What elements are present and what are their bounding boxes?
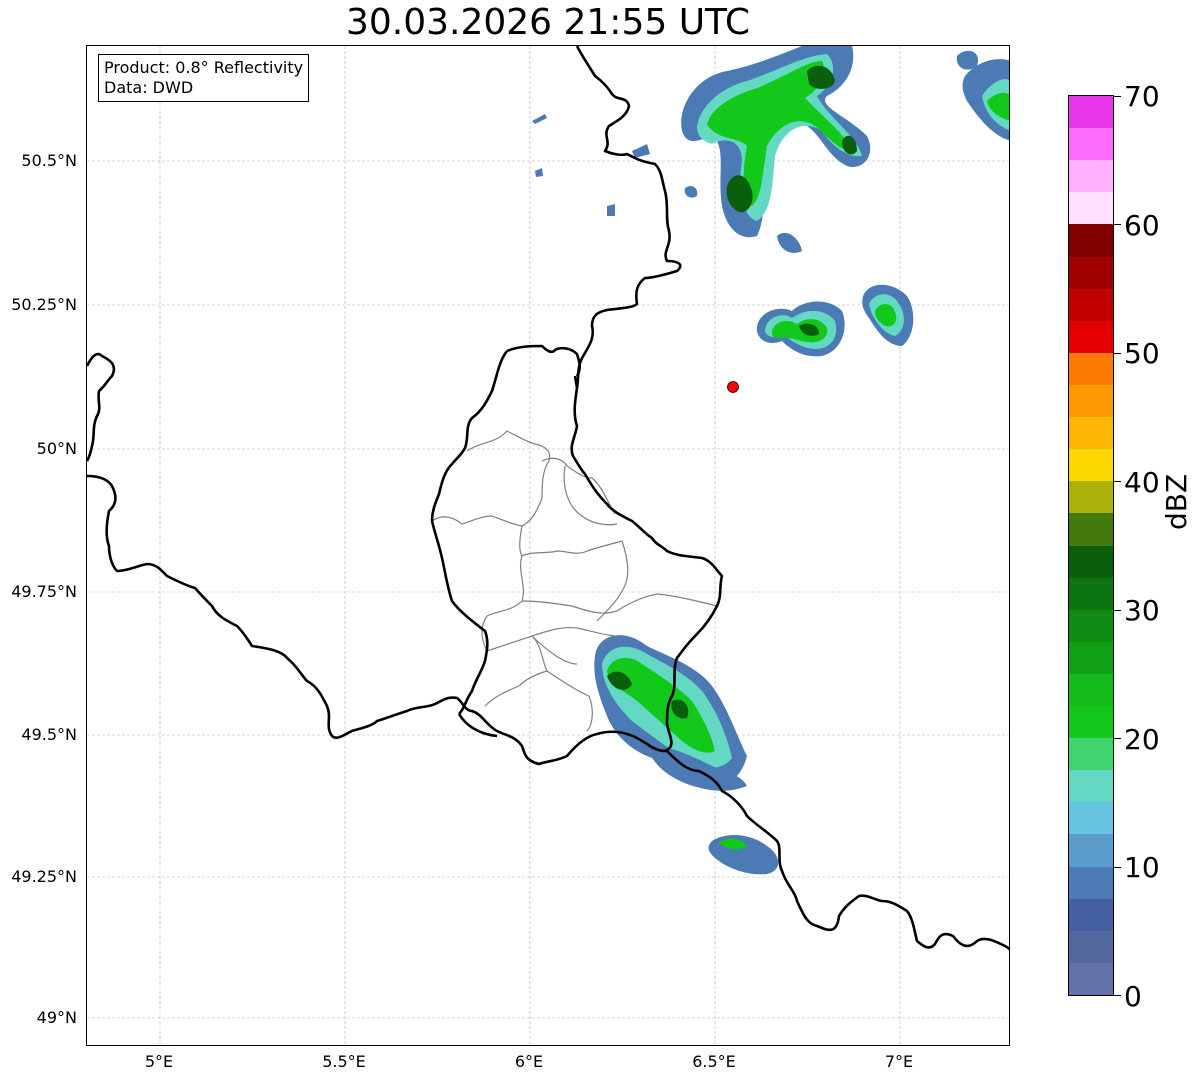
colorbar-segment bbox=[1069, 546, 1113, 578]
colorbar-segment bbox=[1069, 867, 1113, 899]
data-source-label: Data: DWD bbox=[104, 78, 194, 97]
colorbar-segment bbox=[1069, 513, 1113, 546]
lat-label: 50°N bbox=[36, 439, 77, 458]
colorbar-tick: 20 bbox=[1124, 723, 1160, 756]
colorbar-tickmark bbox=[1114, 481, 1121, 482]
colorbar-tickmark bbox=[1114, 738, 1121, 739]
radar-site-marker bbox=[727, 381, 739, 393]
radar-echoes bbox=[532, 46, 1009, 875]
colorbar-tickmark bbox=[1114, 353, 1121, 354]
lat-label: 49.5°N bbox=[21, 725, 77, 744]
colorbar-segment bbox=[1069, 128, 1113, 160]
colorbar-segment bbox=[1069, 578, 1113, 610]
colorbar-tickmark bbox=[1114, 867, 1121, 868]
colorbar-segment bbox=[1069, 834, 1113, 867]
colorbar-tick: 0 bbox=[1124, 980, 1142, 1013]
colorbar-tick: 70 bbox=[1124, 80, 1160, 113]
map-title: 30.03.2026 21:55 UTC bbox=[345, 2, 751, 43]
colorbar-segment bbox=[1069, 931, 1113, 963]
colorbar-tick: 60 bbox=[1124, 209, 1160, 242]
colorbar-segment bbox=[1069, 385, 1113, 417]
colorbar-tick: 50 bbox=[1124, 337, 1160, 370]
colorbar-segment bbox=[1069, 192, 1113, 224]
lon-label: 5°E bbox=[144, 1052, 174, 1071]
map-canvas bbox=[87, 46, 1009, 1045]
colorbar-tickmark bbox=[1114, 96, 1121, 97]
colorbar-segment bbox=[1069, 610, 1113, 642]
lat-label: 49.25°N bbox=[11, 867, 77, 886]
colorbar-segment bbox=[1069, 770, 1113, 802]
colorbar-tickmark bbox=[1114, 224, 1121, 225]
lat-label: 50.5°N bbox=[21, 151, 77, 170]
product-label: Product: 0.8° Reflectivity bbox=[104, 58, 304, 77]
colorbar-segment bbox=[1069, 96, 1113, 128]
lon-label: 6.5°E bbox=[692, 1052, 736, 1071]
colorbar-segment bbox=[1069, 674, 1113, 706]
colorbar bbox=[1068, 95, 1114, 996]
colorbar-segment bbox=[1069, 321, 1113, 353]
lat-label: 50.25°N bbox=[11, 295, 77, 314]
colorbar-segment bbox=[1069, 738, 1113, 770]
radar-map bbox=[86, 45, 1010, 1046]
lat-label: 49°N bbox=[36, 1008, 77, 1027]
colorbar-tickmark bbox=[1114, 610, 1121, 611]
product-info-box: Product: 0.8° Reflectivity Data: DWD bbox=[98, 54, 310, 102]
border-segment bbox=[457, 713, 498, 738]
colorbar-segment bbox=[1069, 417, 1113, 449]
colorbar-segment bbox=[1069, 353, 1113, 385]
colorbar-segment bbox=[1069, 642, 1113, 674]
colorbar-segment bbox=[1069, 289, 1113, 321]
national-borders bbox=[87, 46, 1009, 951]
colorbar-segment bbox=[1069, 706, 1113, 738]
colorbar-unit-label: dBZ bbox=[1160, 473, 1193, 530]
colorbar-tick: 30 bbox=[1124, 594, 1160, 627]
colorbar-segment bbox=[1069, 224, 1113, 257]
gridlines bbox=[87, 46, 1009, 1045]
colorbar-tickmark bbox=[1114, 995, 1121, 996]
lon-label: 6°E bbox=[514, 1052, 544, 1071]
colorbar-segment bbox=[1069, 802, 1113, 834]
colorbar-segment bbox=[1069, 963, 1113, 995]
lon-label: 7°E bbox=[884, 1052, 914, 1071]
colorbar-segment bbox=[1069, 160, 1113, 192]
colorbar-segment bbox=[1069, 481, 1113, 513]
colorbar-segment bbox=[1069, 257, 1113, 289]
lon-label: 5.5°E bbox=[322, 1052, 366, 1071]
colorbar-tick: 10 bbox=[1124, 851, 1160, 884]
colorbar-segment bbox=[1069, 899, 1113, 931]
colorbar-segment bbox=[1069, 449, 1113, 481]
lat-label: 49.75°N bbox=[11, 582, 77, 601]
colorbar-tick: 40 bbox=[1124, 466, 1160, 499]
